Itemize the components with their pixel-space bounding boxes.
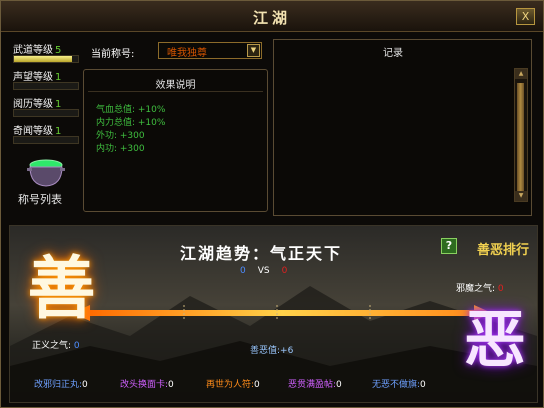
good-evil-value-number: +6 bbox=[280, 346, 294, 356]
item-count: 0 bbox=[254, 380, 260, 390]
record-title: 记录 bbox=[383, 48, 403, 59]
item-gaixie[interactable]: 改邪归正丸:0 bbox=[34, 377, 88, 390]
good-evil-value: 善恶值:+6 bbox=[250, 343, 293, 356]
item-label: 恶贯满盈帖: bbox=[288, 380, 337, 390]
evil-qi-label: 邪魔之气: bbox=[456, 284, 496, 294]
effect-item: 内功: +300 bbox=[96, 144, 145, 154]
item-eguan[interactable]: 恶贯满盈帖:0 bbox=[288, 377, 342, 390]
close-button[interactable]: X bbox=[516, 8, 535, 25]
evil-count: 0 bbox=[281, 266, 288, 276]
jianghu-window: 江湖 X 武道等级 5 声望等级 1 阅历等级 1 奇闻等级 1 称号列表 当前称号: … bbox=[0, 0, 544, 408]
title-bar: 江湖 X bbox=[1, 1, 543, 32]
divider bbox=[88, 91, 263, 92]
item-count: 0 bbox=[82, 380, 88, 390]
vs-label: VS bbox=[257, 266, 270, 276]
good-evil-arrow bbox=[72, 305, 492, 321]
level-progress-bar bbox=[13, 109, 79, 117]
current-title-label: 当前称号: bbox=[91, 49, 135, 60]
righteous-count: 0 bbox=[240, 266, 246, 276]
scroll-up-icon[interactable]: ▲ bbox=[515, 69, 527, 79]
item-bar: 改邪归正丸:0 改头换面卡:0 再世为人符:0 恶贯满盈帖:0 无恶不做旗:0 bbox=[10, 377, 537, 393]
chevron-down-icon[interactable]: ▼ bbox=[247, 44, 260, 57]
righteous-qi-label: 正义之气: bbox=[32, 341, 72, 351]
help-icon[interactable]: ? bbox=[441, 238, 457, 254]
effect-panel: 效果说明 气血总值: +10% 内力总值: +10% 外功: +300 内功: … bbox=[83, 69, 268, 212]
effect-item: 外功: +300 bbox=[96, 131, 145, 141]
effect-title: 效果说明 bbox=[155, 80, 196, 91]
record-panel: 记录 ▲ ▼ bbox=[273, 39, 532, 216]
item-gaitou[interactable]: 改头换面卡:0 bbox=[120, 377, 174, 390]
item-label: 改邪归正丸: bbox=[34, 380, 83, 390]
good-char: 善 bbox=[27, 249, 96, 329]
level-row-shengwang: 声望等级 1 bbox=[13, 68, 79, 95]
scroll-thumb[interactable] bbox=[517, 83, 524, 191]
evil-qi-value: 0 bbox=[497, 284, 504, 294]
item-label: 改头换面卡: bbox=[120, 380, 169, 390]
item-zaishi[interactable]: 再世为人符:0 bbox=[206, 377, 260, 390]
item-count: 0 bbox=[168, 380, 174, 390]
trend-title: 江湖趋势：气正天下 bbox=[180, 244, 343, 263]
effect-item: 内力总值: +10% bbox=[96, 118, 166, 128]
item-count: 0 bbox=[336, 380, 342, 390]
level-progress-fill bbox=[14, 56, 72, 62]
good-emblem: 善 bbox=[14, 234, 104, 354]
level-panel: 武道等级 5 声望等级 1 阅历等级 1 奇闻等级 1 称号列表 bbox=[13, 41, 79, 206]
window-title: 江湖 bbox=[252, 9, 291, 27]
scroll-down-icon[interactable]: ▼ bbox=[515, 191, 527, 201]
level-progress-bar bbox=[13, 55, 79, 63]
title-select-value: 唯我独尊 bbox=[167, 48, 207, 59]
righteous-qi-value: 0 bbox=[73, 341, 80, 351]
level-row-qiwen: 奇闻等级 1 bbox=[13, 122, 79, 149]
level-progress-bar bbox=[13, 136, 79, 144]
good-evil-panel: 江湖趋势：气正天下 ? 善恶排行 0 VS 0 善 恶 正义之气: 0 邪魔之气… bbox=[9, 225, 538, 403]
trend-vs: 0 VS 0 bbox=[240, 266, 287, 276]
level-row-wudao: 武道等级 5 bbox=[13, 41, 79, 68]
ranking-link[interactable]: 善恶排行 bbox=[477, 239, 529, 258]
title-list-button[interactable]: 称号列表 bbox=[18, 191, 62, 207]
record-scrollbar[interactable]: ▲ ▼ bbox=[514, 68, 528, 202]
level-progress-bar bbox=[13, 82, 79, 90]
item-label: 再世为人符: bbox=[206, 380, 255, 390]
cauldron-icon[interactable] bbox=[23, 159, 69, 189]
item-label: 无恶不做旗: bbox=[372, 380, 421, 390]
item-wue[interactable]: 无恶不做旗:0 bbox=[372, 377, 426, 390]
righteous-qi: 正义之气: 0 bbox=[32, 338, 80, 351]
evil-char: 恶 bbox=[463, 303, 526, 376]
title-select[interactable]: 唯我独尊 ▼ bbox=[158, 42, 262, 59]
good-evil-value-label: 善恶值: bbox=[250, 346, 281, 356]
item-count: 0 bbox=[420, 380, 426, 390]
evil-qi: 邪魔之气: 0 bbox=[456, 281, 504, 294]
level-row-yueli: 阅历等级 1 bbox=[13, 95, 79, 122]
effect-item: 气血总值: +10% bbox=[96, 105, 166, 115]
